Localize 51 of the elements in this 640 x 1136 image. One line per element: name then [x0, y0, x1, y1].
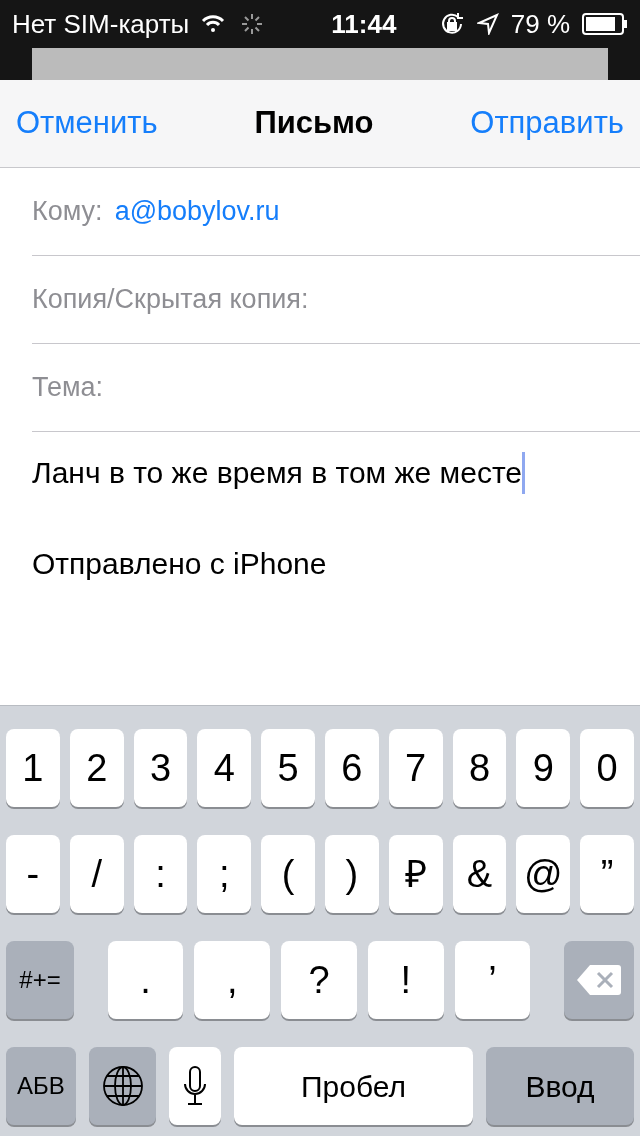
key[interactable]: :: [133, 835, 188, 913]
message-body[interactable]: Ланч в то же время в том же месте: [32, 450, 522, 495]
key[interactable]: -: [6, 835, 60, 913]
carrier-label: Нет SIM-карты: [12, 7, 190, 41]
key[interactable]: 3: [133, 729, 188, 807]
key[interactable]: 6: [325, 729, 379, 807]
field-label: Тема:: [32, 371, 104, 405]
key[interactable]: 4: [197, 729, 252, 807]
key[interactable]: @: [516, 835, 571, 913]
key[interactable]: ”: [580, 835, 634, 913]
key[interactable]: ): [325, 835, 379, 913]
key[interactable]: 9: [516, 729, 571, 807]
key[interactable]: 1: [6, 729, 60, 807]
loading-spinner-icon: [241, 13, 264, 35]
signature: Отправлено с iPhone: [32, 546, 328, 582]
return-key[interactable]: Ввод: [486, 1047, 634, 1125]
nav-title: Письмо: [254, 104, 374, 143]
globe-key[interactable]: [89, 1047, 156, 1125]
location-icon: [476, 13, 499, 35]
key[interactable]: 0: [580, 729, 634, 807]
key[interactable]: 8: [452, 729, 507, 807]
key[interactable]: ?: [281, 941, 357, 1019]
space-key[interactable]: Пробел: [234, 1047, 473, 1125]
key[interactable]: (: [261, 835, 315, 913]
key[interactable]: 5: [261, 729, 315, 807]
key[interactable]: !: [367, 941, 444, 1019]
mode-key[interactable]: АБВ: [6, 1047, 76, 1125]
key[interactable]: 2: [69, 729, 124, 807]
key[interactable]: ₽: [388, 835, 443, 913]
key[interactable]: /: [69, 835, 124, 913]
key[interactable]: ,: [194, 941, 271, 1019]
battery-percent: 79 %: [510, 7, 570, 41]
text-cursor: [522, 451, 525, 494]
backspace-icon: [576, 964, 622, 996]
key[interactable]: .: [107, 941, 184, 1019]
field-label: Кому:: [32, 195, 103, 229]
wifi-icon: [201, 15, 226, 33]
clock: 11:44: [331, 7, 397, 41]
recipient-address[interactable]: a@bobylov.ru: [114, 191, 280, 232]
key[interactable]: ;: [197, 835, 252, 913]
key[interactable]: 7: [388, 729, 443, 807]
send-button[interactable]: Отправить: [470, 100, 624, 147]
cancel-button[interactable]: Отменить: [16, 100, 158, 147]
battery-icon: [582, 13, 628, 35]
globe-icon: [101, 1065, 144, 1107]
key[interactable]: ’: [454, 941, 531, 1019]
key[interactable]: &: [452, 835, 507, 913]
mode-key[interactable]: #+=: [6, 941, 74, 1019]
field-label: Копия/Скрытая копия:: [32, 283, 309, 317]
microphone-icon: [183, 1066, 207, 1106]
mic-key[interactable]: [169, 1047, 221, 1125]
